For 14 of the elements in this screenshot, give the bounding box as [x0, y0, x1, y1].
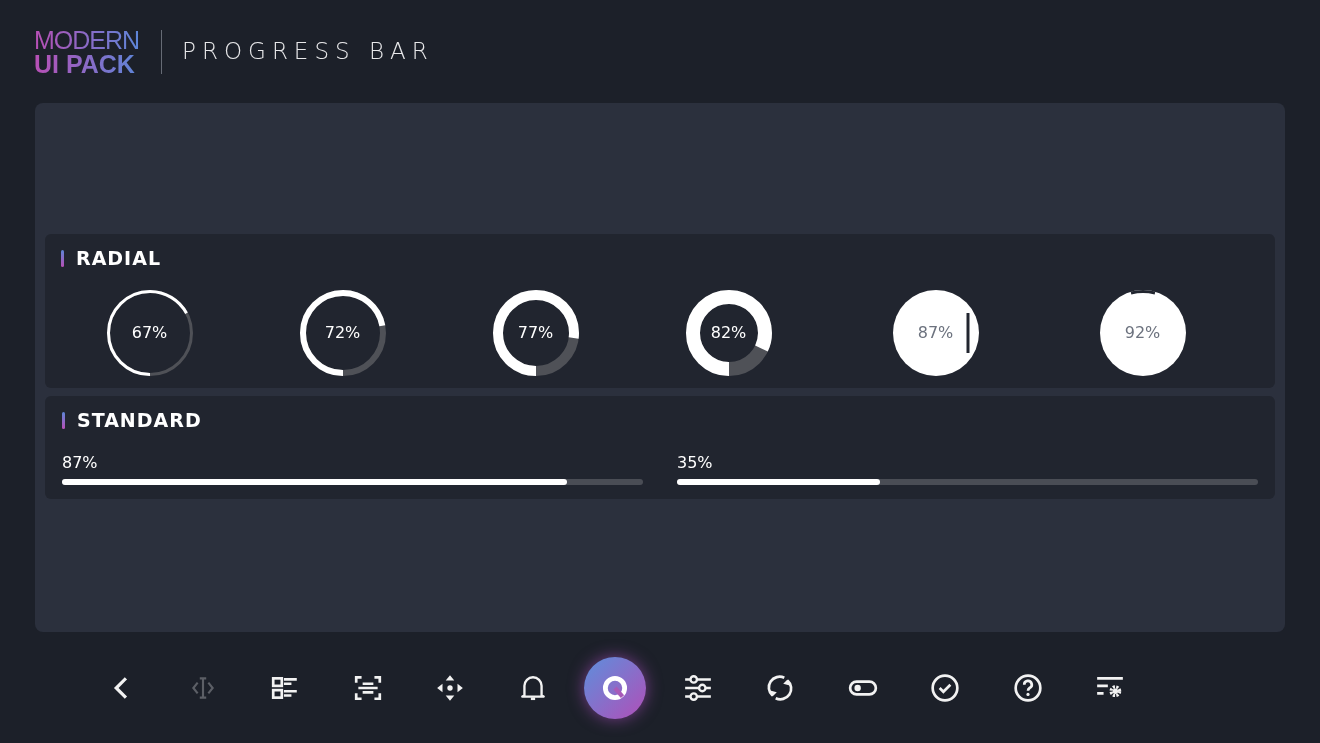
help-icon — [1012, 672, 1043, 703]
progress-value: 87% — [62, 452, 98, 472]
check-circle-icon — [930, 672, 961, 703]
progress-value: 35% — [677, 452, 713, 472]
progress-value: 77% — [517, 321, 554, 344]
sliders-icon — [682, 672, 713, 703]
section-title: STANDARD — [77, 408, 202, 433]
accent-bar — [61, 249, 64, 267]
page-title: PROGRESS BAR — [182, 37, 434, 67]
progress-value: 72% — [324, 321, 361, 344]
accent-bar — [62, 411, 65, 429]
section-title: RADIAL — [76, 246, 161, 271]
progress-value: 82% — [710, 321, 747, 344]
back-icon — [112, 675, 128, 700]
